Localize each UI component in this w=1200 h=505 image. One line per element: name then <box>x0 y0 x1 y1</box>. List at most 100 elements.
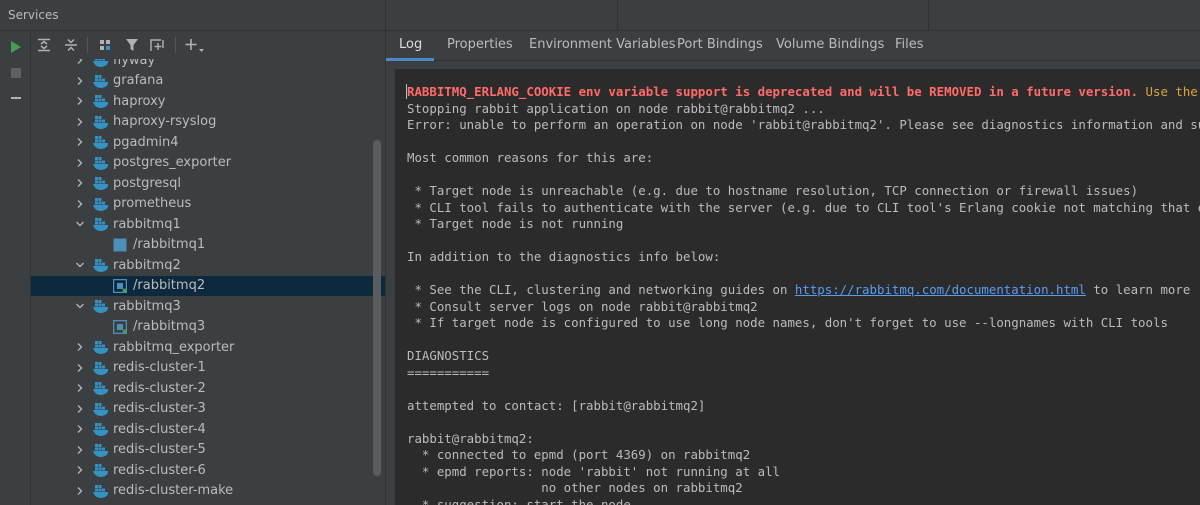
chevron-right-icon[interactable] <box>75 137 85 147</box>
docker-icon <box>93 176 109 190</box>
filter-icon[interactable] <box>121 34 143 56</box>
container-running-icon <box>112 278 129 293</box>
docker-icon <box>93 156 109 170</box>
header-divider <box>385 0 386 31</box>
new-tab-icon[interactable] <box>147 34 169 56</box>
chevron-right-icon[interactable] <box>75 424 85 434</box>
collapse-all-icon[interactable] <box>60 34 82 56</box>
docker-icon <box>93 299 109 313</box>
chevron-right-icon[interactable] <box>75 178 85 188</box>
tab-port-bindings[interactable]: Port Bindings <box>677 31 763 61</box>
tree-node-label: /rabbitmq2 <box>133 278 206 294</box>
log-line: * See the CLI, clustering and networking… <box>407 282 1190 299</box>
chevron-right-icon[interactable] <box>75 445 85 455</box>
documentation-link[interactable]: https://rabbitmq.com/documentation.html <box>795 282 1086 297</box>
tree-node-service[interactable]: postgres_exporter <box>31 153 385 174</box>
tree-node-label: prometheus <box>113 196 192 212</box>
tree-node-service[interactable]: redis-cluster-5 <box>31 440 385 461</box>
tool-window-header: Services <box>0 0 1200 31</box>
chevron-right-icon[interactable] <box>75 465 85 475</box>
chevron-right-icon[interactable] <box>75 383 85 393</box>
tab-files[interactable]: Files <box>895 31 924 61</box>
docker-icon <box>93 94 109 108</box>
text-caret <box>406 84 407 99</box>
add-icon[interactable] <box>182 34 204 56</box>
group-by-icon[interactable] <box>95 34 117 56</box>
tree-node-service[interactable]: prometheus <box>31 194 385 215</box>
tree-node-service[interactable]: pgadmin4 <box>31 132 385 153</box>
chevron-right-icon[interactable] <box>75 158 85 168</box>
tree-node-service[interactable]: redis-cluster-3 <box>31 399 385 420</box>
tree-node-service[interactable]: haproxy <box>31 91 385 112</box>
container-running-icon <box>112 319 129 334</box>
chevron-right-icon[interactable] <box>75 117 85 127</box>
docker-icon <box>93 135 109 149</box>
chevron-right-icon[interactable] <box>75 486 85 496</box>
chevron-right-icon[interactable] <box>75 96 85 106</box>
log-line: * suggestion: start the node <box>407 496 631 505</box>
log-line: =========== <box>407 364 490 380</box>
chevron-right-icon[interactable] <box>75 363 85 373</box>
tab-environment-variables[interactable]: Environment Variables <box>529 31 676 61</box>
tab-properties[interactable]: Properties <box>447 31 513 61</box>
chevron-right-icon[interactable] <box>75 76 85 86</box>
tree-node-service[interactable]: redis-cluster-6 <box>31 460 385 481</box>
tree-node-service[interactable]: redis-cluster-make <box>31 481 385 502</box>
tree-node-label: rabbitmq3 <box>113 298 181 314</box>
tree-node-service[interactable]: rabbitmq1 <box>31 214 385 235</box>
tree-node-service[interactable]: redis-cluster-1 <box>31 358 385 379</box>
tree-node-label: /rabbitmq1 <box>133 237 206 253</box>
log-line: no other nodes on rabbitmq2 <box>407 480 743 495</box>
docker-icon <box>93 217 109 231</box>
tab-log[interactable]: Log <box>399 31 422 61</box>
chevron-right-icon[interactable] <box>75 404 85 414</box>
tree-node-service[interactable]: redis-cluster-2 <box>31 378 385 399</box>
tree-scrollbar[interactable] <box>373 140 381 476</box>
tree-node-service[interactable]: grafana <box>31 71 385 92</box>
docker-icon <box>93 422 109 436</box>
tool-window-title: Services <box>8 8 59 22</box>
tab-volume-bindings[interactable]: Volume Bindings <box>776 31 884 61</box>
tree-node-service[interactable]: postgresql <box>31 173 385 194</box>
tree-node-service[interactable]: flyway <box>31 59 385 71</box>
tree-node-container[interactable]: /rabbitmq3 <box>31 317 385 338</box>
toolbar-separator <box>175 37 176 53</box>
docker-icon <box>93 74 109 88</box>
tree-node-label: rabbitmq_exporter <box>113 339 235 355</box>
tree-node-label: pgadmin4 <box>113 134 179 150</box>
tree-node-service[interactable]: rabbitmq_exporter <box>31 337 385 358</box>
docker-icon <box>93 59 109 67</box>
chevron-right-icon[interactable] <box>75 59 85 65</box>
run-icon[interactable] <box>6 37 26 57</box>
tree-node-service[interactable]: rabbitmq3 <box>31 296 385 317</box>
tree-node-label: postgresql <box>113 175 182 191</box>
header-divider <box>928 0 929 31</box>
docker-icon <box>93 381 109 395</box>
services-tree[interactable]: flyway grafana haproxy haproxy-rsyslog pgadm… <box>31 59 385 505</box>
tree-node-label: haproxy <box>113 93 166 109</box>
tree-node-label: haproxy-rsyslog <box>113 114 217 130</box>
docker-icon <box>93 197 109 211</box>
log-console[interactable]: RABBITMQ_ERLANG_COOKIE env variable supp… <box>395 69 1200 505</box>
minus-icon[interactable] <box>6 88 26 108</box>
tree-node-container[interactable]: /rabbitmq2 <box>31 275 385 296</box>
chevron-right-icon[interactable] <box>75 199 85 209</box>
log-error-text: RABBITMQ_ERLANG_COOKIE env variable supp… <box>407 84 1139 99</box>
stop-icon[interactable] <box>6 63 26 83</box>
chevron-down-icon[interactable] <box>75 219 85 229</box>
log-line: Error: unable to perform an operation on… <box>407 117 1200 132</box>
expand-all-icon[interactable] <box>33 34 55 56</box>
tree-node-service[interactable]: rabbitmq2 <box>31 255 385 276</box>
chevron-right-icon[interactable] <box>75 342 85 352</box>
tree-node-label: redis-cluster-2 <box>113 380 206 396</box>
log-line: rabbit@rabbitmq2: <box>407 430 534 446</box>
tree-node-service[interactable]: redis-cluster-4 <box>31 419 385 440</box>
chevron-down-icon[interactable] <box>75 301 85 311</box>
tree-node-service[interactable]: haproxy-rsyslog <box>31 112 385 133</box>
tree-node-container[interactable]: /rabbitmq1 <box>31 235 385 256</box>
log-line: * CLI tool fails to authenticate with th… <box>407 199 1200 215</box>
log-line: RABBITMQ_ERLANG_COOKIE env variable supp… <box>407 84 1198 101</box>
docker-icon <box>93 340 109 354</box>
chevron-down-icon[interactable] <box>75 260 85 270</box>
tree-node-label: redis-cluster-5 <box>113 442 206 458</box>
